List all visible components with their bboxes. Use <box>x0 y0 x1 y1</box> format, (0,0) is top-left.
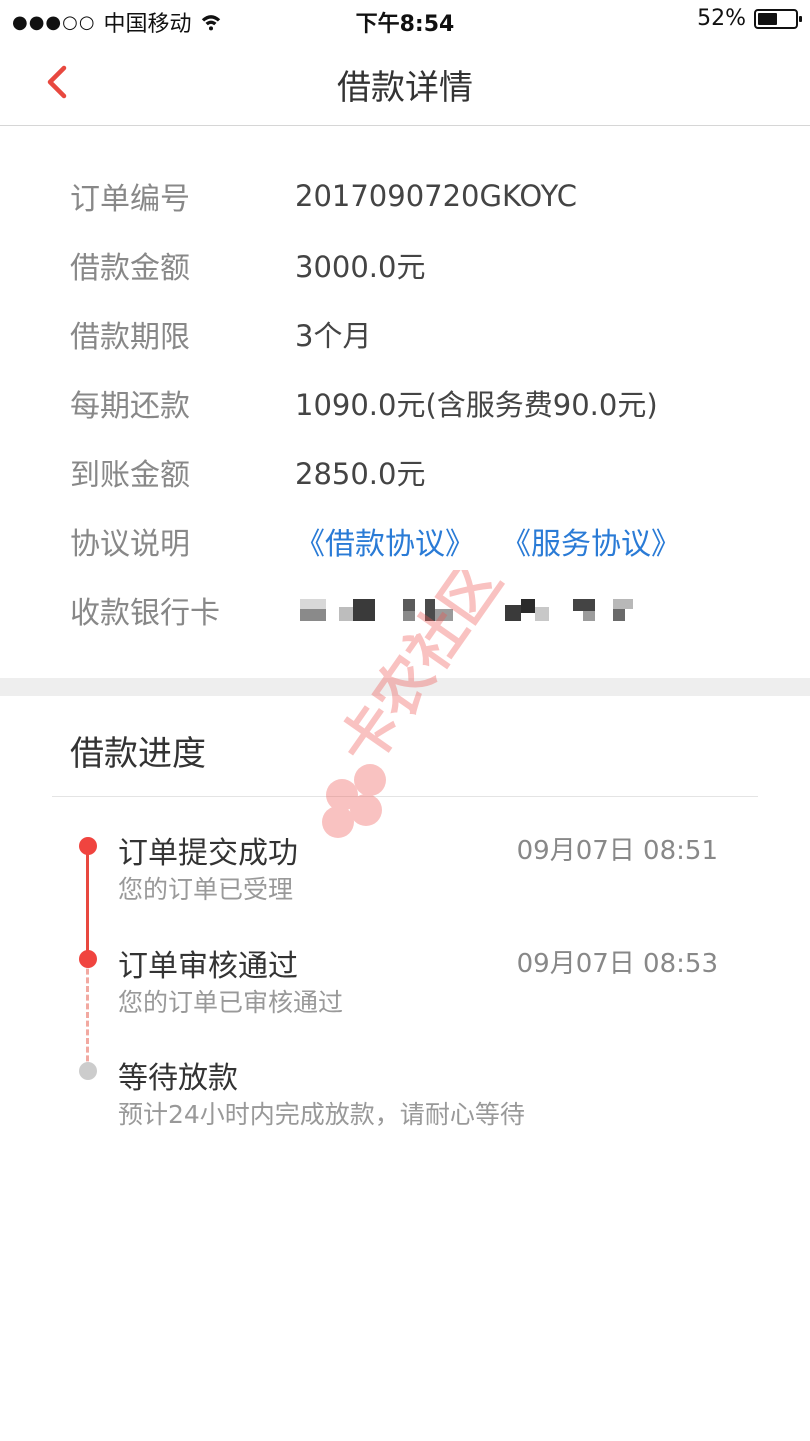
bank-card-row: 收款银行卡 <box>70 580 770 640</box>
page-title: 借款详情 <box>337 68 473 108</box>
progress-title: 借款进度 <box>70 734 206 774</box>
step-1-desc: 您的订单已受理 <box>118 875 294 904</box>
loan-amount-value: 3000.0元 <box>295 250 426 284</box>
status-right: 52% <box>697 6 802 31</box>
timeline-line-done <box>86 845 89 958</box>
loan-amount-label: 借款金额 <box>70 251 190 286</box>
step-2-title: 订单审核通过 <box>118 949 298 984</box>
installment-row: 每期还款 1090.0元(含服务费90.0元) <box>70 373 770 433</box>
installment-label: 每期还款 <box>70 389 190 424</box>
status-time: 下午8:54 <box>355 12 455 37</box>
installment-value: 1090.0元(含服务费90.0元) <box>295 388 658 422</box>
timeline-line-pending <box>86 960 89 1070</box>
bank-card-label: 收款银行卡 <box>70 596 220 631</box>
order-number-value: 2017090720GKOYC <box>295 179 578 213</box>
agreement-row: 协议说明 《借款协议》 《服务协议》 <box>70 511 770 571</box>
step-2-dot <box>79 950 97 968</box>
progress-header-divider <box>52 796 758 797</box>
section-divider <box>0 678 810 696</box>
step-3-desc: 预计24小时内完成放款，请耐心等待 <box>118 1100 525 1129</box>
step-3-dot <box>79 1062 97 1080</box>
order-number-row: 订单编号 2017090720GKOYC <box>70 166 770 226</box>
battery-fill <box>758 12 777 25</box>
battery-icon <box>754 8 802 29</box>
step-3-title: 等待放款 <box>118 1061 238 1096</box>
battery-tip <box>799 15 802 22</box>
agreement-label: 协议说明 <box>70 527 190 562</box>
battery-percent: 52% <box>697 6 746 31</box>
loan-details-section: 订单编号 2017090720GKOYC 借款金额 3000.0元 借款期限 3… <box>0 126 810 678</box>
received-amount-row: 到账金额 2850.0元 <box>70 442 770 502</box>
received-amount-label: 到账金额 <box>70 458 190 493</box>
order-number-label: 订单编号 <box>70 182 190 217</box>
loan-term-row: 借款期限 3个月 <box>70 304 770 364</box>
loan-amount-row: 借款金额 3000.0元 <box>70 235 770 295</box>
loan-term-label: 借款期限 <box>70 320 190 355</box>
step-1-dot <box>79 837 97 855</box>
step-2-time: 09月07日 08:53 <box>516 949 718 979</box>
loan-agreement-link[interactable]: 《借款协议》 <box>295 519 475 563</box>
service-agreement-link[interactable]: 《服务协议》 <box>501 519 681 563</box>
step-1-time: 09月07日 08:51 <box>516 836 718 866</box>
nav-bar: 借款详情 <box>0 40 810 126</box>
received-amount-value: 2850.0元 <box>295 457 426 491</box>
loan-term-value: 3个月 <box>295 319 372 353</box>
step-2-desc: 您的订单已审核通过 <box>118 988 344 1017</box>
bank-card-number-redacted <box>300 599 633 621</box>
status-bar: ●●●○○ 中国移动 下午8:54 52% <box>0 0 810 40</box>
step-1-title: 订单提交成功 <box>118 836 298 871</box>
